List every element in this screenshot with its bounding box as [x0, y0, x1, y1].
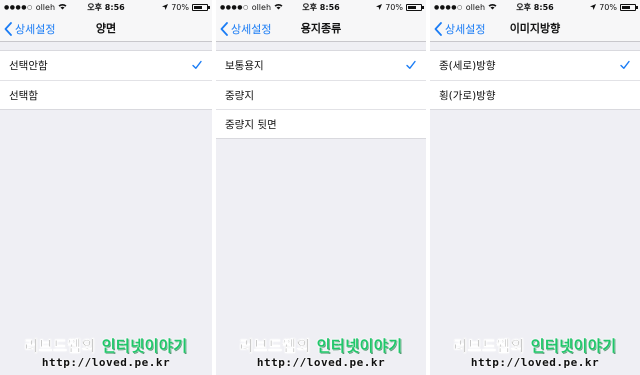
- watermark-text-green: 인터넷이야기: [530, 337, 617, 355]
- battery-percent: 70%: [171, 3, 189, 12]
- screenshot-collage: ●●●●○ olleh 오후 8:56 70% 상세설정 양면 선택안함 선택함…: [0, 0, 640, 375]
- navigation-bar: 상세설정 용지종류: [216, 15, 426, 42]
- page-title: 이미지방향: [509, 22, 561, 35]
- option-row[interactable]: 중량지: [216, 80, 426, 109]
- checkmark-icon: [620, 60, 630, 69]
- checkmark-icon: [406, 60, 416, 69]
- option-label: 중량지: [225, 89, 254, 102]
- battery-icon: [406, 4, 424, 11]
- watermark-text-dark: 러브드웹의: [453, 337, 525, 355]
- checkmark-icon: [192, 60, 202, 69]
- status-bar: ●●●●○ olleh 오후 8:56 70%: [0, 0, 212, 15]
- page-title: 양면: [95, 22, 117, 35]
- battery-fill: [408, 6, 416, 9]
- navigation-bar: 상세설정 이미지방향: [430, 15, 640, 42]
- option-label: 보통용지: [225, 60, 264, 72]
- option-label: 종(세로)방향: [439, 60, 496, 72]
- watermark-text-dark: 러브드웹의: [239, 337, 311, 355]
- watermark-url: http://loved.pe.kr: [470, 356, 600, 369]
- watermark-text-green: 인터넷이야기: [101, 337, 188, 355]
- option-row[interactable]: 선택함: [0, 80, 212, 109]
- location-arrow-icon: [590, 0, 597, 15]
- battery-percent: 70%: [599, 3, 617, 12]
- phone-screen-duplex: ●●●●○ olleh 오후 8:56 70% 상세설정 양면 선택안함 선택함…: [0, 0, 212, 375]
- watermark-url: http://loved.pe.kr: [256, 356, 386, 369]
- battery-percent: 70%: [385, 3, 403, 12]
- status-bar: ●●●●○ olleh 오후 8:56 70%: [430, 0, 640, 15]
- status-bar: ●●●●○ olleh 오후 8:56 70%: [216, 0, 426, 15]
- navigation-bar: 상세설정 양면: [0, 15, 212, 42]
- option-row[interactable]: 종(세로)방향: [430, 51, 640, 80]
- option-row[interactable]: 보통용지: [216, 51, 426, 80]
- battery-fill: [622, 6, 630, 9]
- location-arrow-icon: [162, 0, 169, 15]
- watermark: 러브드웹의 인터넷이야기 http://loved.pe.kr: [430, 335, 640, 369]
- option-label: 횡(가로)방향: [439, 89, 496, 102]
- watermark: 러브드웹의 인터넷이야기 http://loved.pe.kr: [0, 335, 212, 369]
- location-arrow-icon: [376, 0, 383, 15]
- option-list: 보통용지 중량지 중량지 뒷면: [216, 50, 426, 139]
- battery-icon: [620, 4, 638, 11]
- page-title: 용지종류: [300, 22, 342, 35]
- phone-screen-paper-type: ●●●●○ olleh 오후 8:56 70% 상세설정 용지종류 보통용지 중…: [216, 0, 426, 375]
- watermark: 러브드웹의 인터넷이야기 http://loved.pe.kr: [216, 335, 426, 369]
- battery-icon: [192, 4, 210, 11]
- option-list: 선택안함 선택함: [0, 50, 212, 110]
- option-list: 종(세로)방향 횡(가로)방향: [430, 50, 640, 110]
- watermark-text-green: 인터넷이야기: [316, 337, 403, 355]
- option-row[interactable]: 선택안함: [0, 51, 212, 80]
- battery-fill: [194, 6, 202, 9]
- option-label: 중량지 뒷면: [225, 118, 277, 131]
- option-label: 선택안함: [9, 60, 48, 72]
- option-label: 선택함: [9, 89, 38, 102]
- phone-screen-orientation: ●●●●○ olleh 오후 8:56 70% 상세설정 이미지방향 종(세로)…: [430, 0, 640, 375]
- option-row[interactable]: 횡(가로)방향: [430, 80, 640, 109]
- watermark-text-dark: 러브드웹의: [24, 337, 96, 355]
- option-row[interactable]: 중량지 뒷면: [216, 109, 426, 138]
- watermark-url: http://loved.pe.kr: [41, 356, 171, 369]
